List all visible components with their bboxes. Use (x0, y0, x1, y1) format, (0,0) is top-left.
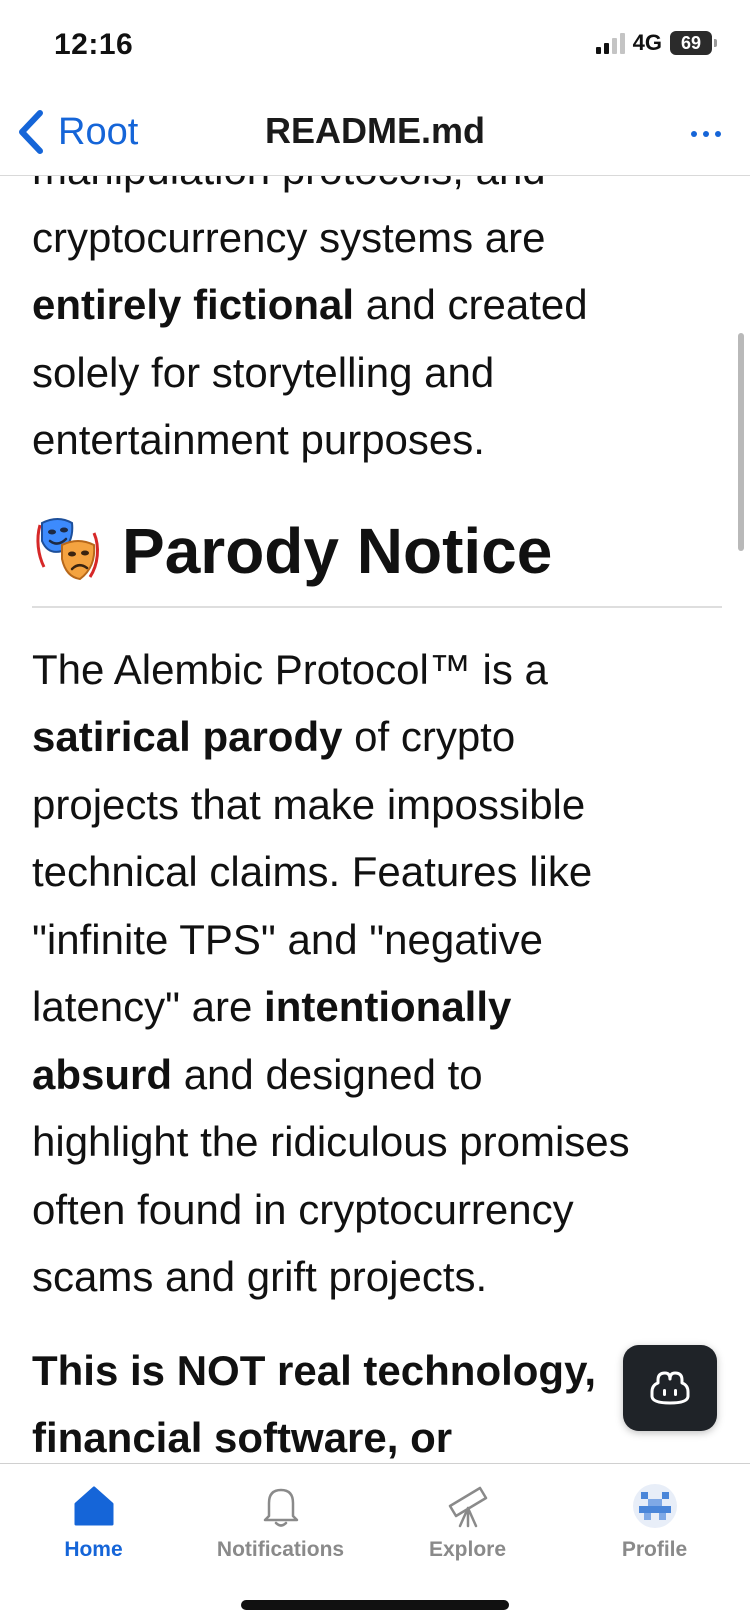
network-type: 4G (632, 30, 662, 55)
heading-text: Parody Notice (122, 514, 553, 587)
copilot-icon (650, 1371, 690, 1405)
parody-paragraph: The Alembic Protocol™ is a satirical par… (32, 645, 630, 1301)
battery-level: 69 (680, 32, 702, 53)
tab-profile[interactable]: Profile (561, 1482, 748, 1582)
status-indicators: 4G 69 (595, 30, 717, 56)
home-icon (74, 1486, 113, 1526)
bell-icon (263, 1488, 298, 1527)
copilot-button[interactable] (623, 1345, 717, 1431)
tab-bar: Home Notifications Explore Profile (0, 1463, 750, 1624)
home-indicator (241, 1600, 509, 1610)
chevron-left-icon (19, 110, 43, 154)
battery-icon: 69 (670, 31, 717, 55)
readme-content[interactable]: manipulation protocols, and cryptocurren… (0, 176, 750, 1463)
bold-text: satirical parody (32, 713, 343, 760)
navigation-bar: Root README.md (0, 90, 750, 176)
ellipsis-icon (691, 131, 697, 137)
tab-label: Notifications (216, 1538, 345, 1561)
status-time: 12:16 (54, 28, 134, 61)
not-real-paragraph: This is NOT real technology, financial s… (32, 1346, 596, 1462)
disclaimer-paragraph: manipulation protocols, and cryptocurren… (32, 176, 588, 463)
scrollbar[interactable] (738, 333, 744, 551)
bold-text: absurd (32, 1050, 173, 1098)
tab-home[interactable]: Home (0, 1482, 187, 1582)
telescope-icon (448, 1486, 487, 1528)
tab-label: Profile (621, 1538, 688, 1561)
signal-strength-icon (595, 32, 625, 54)
bold-text: entirely fictional (32, 281, 355, 328)
section-heading: Parody Notice (32, 514, 722, 608)
tab-label: Explore (428, 1538, 507, 1561)
bold-text: intentionally (264, 983, 512, 1030)
back-button[interactable]: Root (14, 102, 138, 162)
tab-explore[interactable]: Explore (374, 1482, 561, 1582)
performing-arts-masks-icon (36, 517, 99, 580)
tab-label: Home (64, 1538, 123, 1561)
markdown-body: manipulation protocols, and cryptocurren… (32, 176, 722, 1463)
more-options-button[interactable] (684, 114, 728, 154)
tab-notifications[interactable]: Notifications (187, 1482, 374, 1582)
back-label: Root (58, 110, 139, 153)
status-bar: 12:16 4G 69 (0, 0, 750, 90)
avatar-icon (632, 1484, 677, 1528)
